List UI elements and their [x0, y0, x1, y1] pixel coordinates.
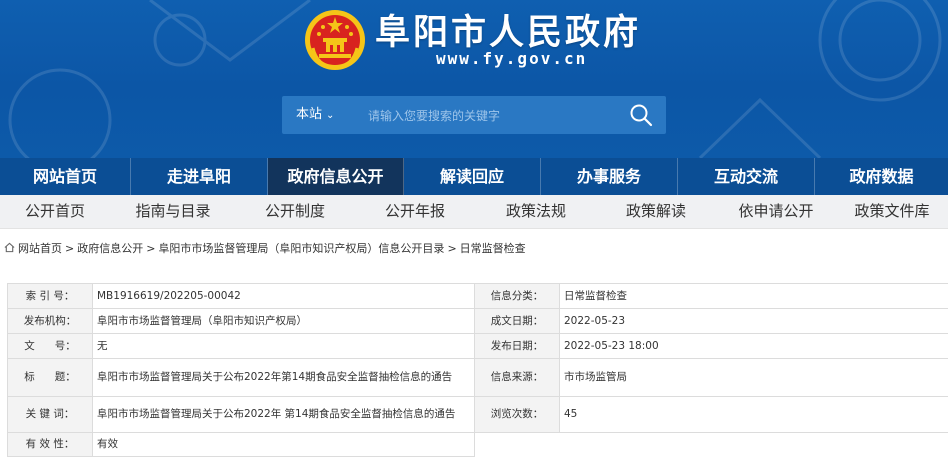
doc-number-label: 文 号：: [7, 333, 93, 359]
subnav-item-disclosure-system[interactable]: 公开制度: [236, 195, 354, 228]
nav-item-interpretation[interactable]: 解读回应: [404, 158, 541, 195]
home-icon: [4, 242, 15, 253]
title-label: 标 题：: [7, 358, 93, 397]
search-input[interactable]: [366, 102, 610, 130]
main-nav: 网站首页 走进阜阳 政府信息公开 解读回应 办事服务 互动交流 政府数据: [0, 158, 948, 195]
breadcrumb-separator: >: [65, 242, 75, 255]
national-emblem-icon: [305, 10, 365, 70]
nav-item-gov-info-disclosure[interactable]: 政府信息公开: [268, 158, 404, 195]
sub-nav: 公开首页 指南与目录 公开制度 公开年报 政策法规 政策解读 依申请公开 政策文…: [0, 195, 948, 229]
keywords-label: 关 键 词：: [7, 396, 93, 433]
subnav-item-annual-report[interactable]: 公开年报: [354, 195, 476, 228]
created-date-value: 2022-05-23: [559, 308, 948, 334]
subnav-item-disclosure-home[interactable]: 公开首页: [0, 195, 110, 228]
subnav-item-apply-disclosure[interactable]: 依申请公开: [716, 195, 836, 228]
nav-item-gov-data[interactable]: 政府数据: [815, 158, 948, 195]
views-label: 浏览次数：: [474, 396, 560, 433]
breadcrumb-link-daily-inspection[interactable]: 日常监督检查: [460, 242, 526, 255]
validity-label: 有 效 性：: [7, 432, 93, 457]
index-value: MB1916619/202205-00042: [92, 283, 475, 309]
subnav-item-guide-catalog[interactable]: 指南与目录: [110, 195, 236, 228]
title-value: 阜阳市市场监督管理局关于公布2022年第14期食品安全监督抽检信息的通告: [92, 358, 475, 397]
empty-cell: [475, 433, 560, 457]
table-row: 标 题： 阜阳市市场监督管理局关于公布2022年第14期食品安全监督抽检信息的通…: [7, 358, 948, 397]
breadcrumb: 网站首页 > 政府信息公开 > 阜阳市市场监督管理局（阜阳市知识产权局）信息公开目录 > 日…: [4, 240, 526, 258]
category-label: 信息分类：: [474, 283, 560, 309]
doc-number-value: 无: [92, 333, 475, 359]
published-date-value: 2022-05-23 18:00: [559, 333, 948, 359]
publisher-label: 发布机构：: [7, 308, 93, 334]
subnav-item-policy-regulations[interactable]: 政策法规: [476, 195, 596, 228]
subnav-item-policy-library[interactable]: 政策文件库: [836, 195, 948, 228]
nav-item-home[interactable]: 网站首页: [0, 158, 131, 195]
nav-item-services[interactable]: 办事服务: [541, 158, 678, 195]
breadcrumb-link-gov-info[interactable]: 政府信息公开: [77, 242, 143, 255]
table-row: 文 号： 无 发布日期： 2022-05-23 18:00: [7, 333, 948, 359]
nav-item-interaction[interactable]: 互动交流: [678, 158, 815, 195]
table-row: 关 键 词： 阜阳市市场监督管理局关于公布2022年 第14期食品安全监督抽检信…: [7, 396, 948, 433]
publisher-value: 阜阳市市场监督管理局（阜阳市知识产权局）: [92, 308, 475, 334]
breadcrumb-separator: >: [146, 242, 156, 255]
source-label: 信息来源：: [474, 358, 560, 397]
search-scope-label: 本站: [296, 107, 323, 122]
search-icon[interactable]: [628, 102, 654, 128]
chevron-down-icon: ⌄: [326, 110, 335, 121]
site-header: 阜阳市人民政府 www.fy.gov.cn 本站 ⌄: [0, 0, 948, 158]
table-row: 发布机构： 阜阳市市场监督管理局（阜阳市知识产权局） 成文日期： 2022-05…: [7, 308, 948, 334]
subnav-item-policy-interpretation[interactable]: 政策解读: [596, 195, 716, 228]
source-value: 市市场监管局: [559, 358, 948, 397]
published-date-label: 发布日期：: [474, 333, 560, 359]
site-title: 阜阳市人民政府: [375, 12, 642, 53]
document-info-table: 索 引 号： MB1916619/202205-00042 信息分类： 日常监督…: [7, 283, 948, 457]
views-value: 45: [559, 396, 948, 433]
breadcrumb-link-home[interactable]: 网站首页: [18, 242, 62, 255]
index-label: 索 引 号：: [7, 283, 93, 309]
keywords-value: 阜阳市市场监督管理局关于公布2022年 第14期食品安全监督抽检信息的通告: [92, 396, 475, 433]
validity-value: 有效: [92, 432, 475, 457]
breadcrumb-separator: >: [447, 242, 457, 255]
empty-cell: [560, 433, 948, 457]
search-box: 本站 ⌄: [282, 96, 666, 134]
category-value: 日常监督检查: [559, 283, 948, 309]
table-row: 索 引 号： MB1916619/202205-00042 信息分类： 日常监督…: [7, 283, 948, 309]
breadcrumb-link-catalog[interactable]: 阜阳市市场监督管理局（阜阳市知识产权局）信息公开目录: [158, 242, 444, 255]
nav-item-about-fuyang[interactable]: 走进阜阳: [131, 158, 268, 195]
created-date-label: 成文日期：: [474, 308, 560, 334]
table-row: 有 效 性： 有效: [7, 432, 948, 457]
search-scope-select[interactable]: 本站 ⌄: [296, 96, 334, 134]
site-url: www.fy.gov.cn: [436, 49, 588, 68]
